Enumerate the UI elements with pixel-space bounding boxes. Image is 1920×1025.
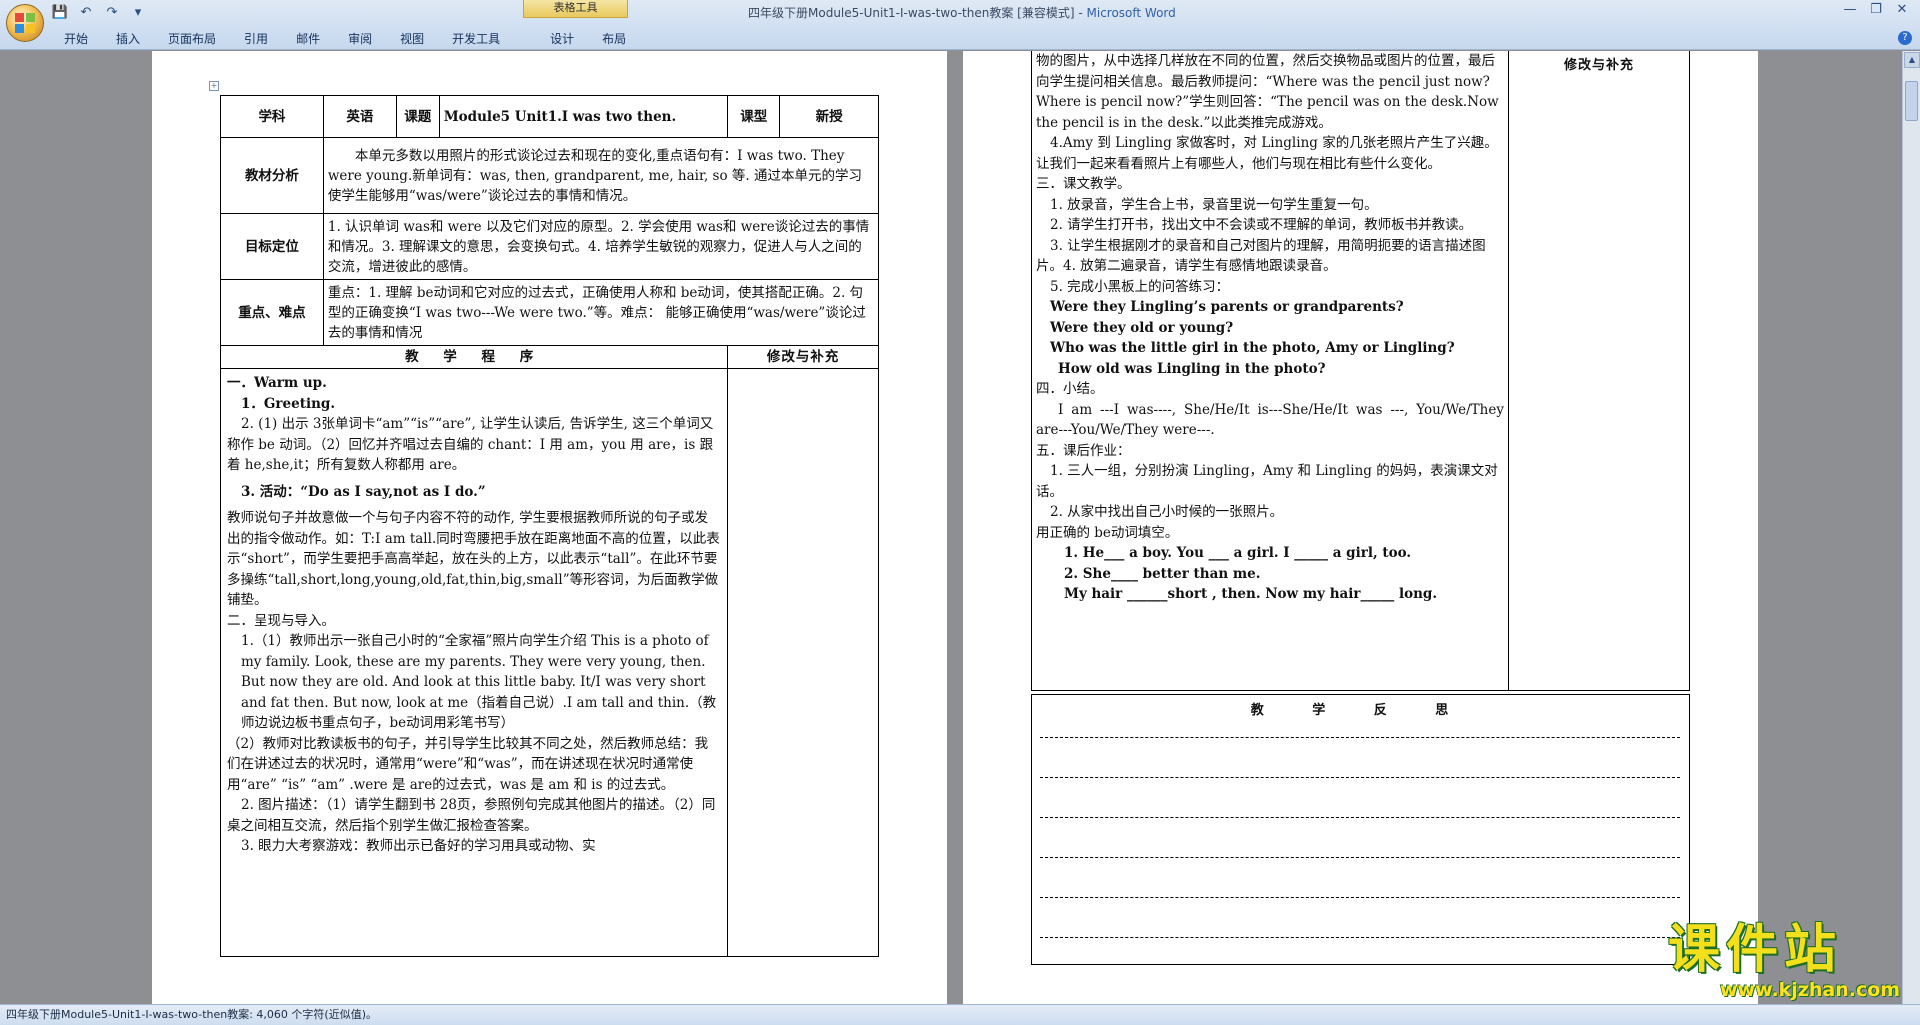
window-controls: — ❐ ✕ bbox=[1838, 2, 1914, 20]
procedure-header: 教 学 程 序 bbox=[219, 345, 729, 369]
office-logo-icon bbox=[15, 13, 35, 33]
procedure-paragraph: Who was the little girl in the photo, Am… bbox=[1050, 340, 1455, 356]
procedure-paragraph: I am ---I was----, She/He/It is---She/He… bbox=[1036, 401, 1504, 439]
procedure-content: 一．Warm up. 1．Greeting. 2. (1) 出示 3张单词卡“a… bbox=[227, 373, 721, 857]
office-button[interactable] bbox=[6, 4, 44, 42]
type-value: 新授 bbox=[779, 95, 879, 138]
document-page-right[interactable]: 物的图片，从中选择几样放在不同的位置，然后交换物品或图片的位置，最后向学生提问相… bbox=[963, 51, 1758, 1004]
analysis-text: 本单元多数以用照片的形式谈论过去和现在的变化,重点语句有：I was two. … bbox=[322, 137, 880, 214]
procedure-paragraph: My hair ______short , then. Now my hair_… bbox=[1064, 586, 1438, 602]
procedure-paragraph: 用正确的 be动词填空。 bbox=[1036, 524, 1179, 541]
title-bar: 💾 ↶ ↷ ▾ 表格工具 四年级下册Module5-Unit1-I-was-tw… bbox=[0, 0, 1920, 50]
procedure-paragraph: 四．小结。 bbox=[1036, 381, 1104, 397]
procedure-paragraph: 1. He___ a boy. You ___ a girl. I _____ … bbox=[1064, 545, 1412, 561]
undo-icon[interactable]: ↶ bbox=[76, 3, 96, 21]
tab-mailings[interactable]: 邮件 bbox=[282, 30, 334, 48]
topic-label: 课题 bbox=[395, 95, 440, 138]
supplement-header-right: 修改与补充 bbox=[1563, 58, 1634, 73]
reflection-line[interactable] bbox=[1040, 857, 1680, 858]
procedure-paragraph: Were they old or young? bbox=[1050, 319, 1234, 336]
customize-qat-icon[interactable]: ▾ bbox=[128, 3, 148, 21]
watermark-logo: 课件站 www.kjzhan.com bbox=[1668, 921, 1908, 1003]
supplement-header: 修改与补充 bbox=[727, 345, 879, 369]
help-icon[interactable]: ? bbox=[1898, 31, 1912, 45]
procedure-paragraph: 五．课后作业： bbox=[1036, 442, 1131, 459]
procedure-paragraph: （2）教师对比教读板书的句子，并引导学生比较其不同之处，然后教师总结：我们在讲述… bbox=[227, 735, 709, 793]
type-label: 课型 bbox=[727, 95, 781, 138]
app-name: Microsoft Word bbox=[1086, 6, 1176, 20]
procedure-paragraph: 1．Greeting. bbox=[241, 395, 336, 412]
document-name: 四年级下册Module5-Unit1-I-was-two-then教案 [兼容模… bbox=[748, 6, 1075, 20]
save-icon[interactable]: 💾 bbox=[50, 3, 70, 21]
reflection-line[interactable] bbox=[1040, 937, 1680, 938]
subject-label: 学科 bbox=[220, 95, 324, 138]
subject-value: 英语 bbox=[322, 95, 397, 138]
scroll-thumb[interactable] bbox=[1905, 81, 1918, 121]
redo-icon[interactable]: ↷ bbox=[102, 3, 122, 21]
quick-access-toolbar: 💾 ↶ ↷ ▾ bbox=[50, 3, 148, 21]
procedure-paragraph: 3. 活动：“Do as I say,not as I do.” bbox=[241, 483, 486, 500]
reflection-line[interactable] bbox=[1040, 817, 1680, 818]
table-tools-context-tab: 表格工具 bbox=[523, 0, 628, 18]
table-move-handle-icon[interactable]: + bbox=[209, 81, 219, 91]
reflection-line[interactable] bbox=[1040, 737, 1680, 738]
procedure-paragraph: 1.（1）教师出示一张自己小时的“全家福”照片向学生介绍 This is a p… bbox=[241, 633, 717, 731]
tab-home[interactable]: 开始 bbox=[50, 30, 102, 48]
procedure-paragraph: 教师说句子并故意做一个与句子内容不符的动作, 学生要根据教师所说的句子或发出的指… bbox=[227, 510, 720, 608]
topic-value: Module5 Unit1.I was two then. bbox=[438, 95, 729, 138]
ribbon-tabs: 开始 插入 页面布局 引用 邮件 审阅 视图 开发工具 设计 布局 bbox=[50, 30, 640, 48]
supplement-cell-right[interactable]: 修改与补充 bbox=[1509, 51, 1689, 690]
procedure-paragraph: 3. 眼力大考察游戏：教师出示已备好的学习用具或动物、实 bbox=[241, 838, 596, 854]
procedure-paragraph: 5. 完成小黑板上的问答练习： bbox=[1050, 278, 1230, 295]
minimize-button[interactable]: — bbox=[1838, 2, 1862, 20]
reflection-line[interactable] bbox=[1040, 897, 1680, 898]
document-page-left[interactable]: + 学科 英语 课题 Module5 Unit1.I was two then.… bbox=[152, 51, 947, 1004]
procedure-paragraph: Were they Lingling’s parents or grandpar… bbox=[1050, 299, 1404, 315]
reflection-line[interactable] bbox=[1040, 777, 1680, 778]
procedure-paragraph: 2. (1) 出示 3张单词卡“am”“is”“are”, 让学生认读后, 告诉… bbox=[227, 416, 714, 473]
tab-view[interactable]: 视图 bbox=[386, 30, 438, 48]
document-workspace: + 学科 英语 课题 Module5 Unit1.I was two then.… bbox=[0, 51, 1902, 1004]
procedure-paragraph: 2. 请学生打开书，找出文中不会读或不理解的单词，教师板书并教读。 bbox=[1050, 217, 1473, 233]
goal-text: 1. 认识单词 was和 were 以及它们对应的原型。2. 学会使用 was和… bbox=[322, 213, 880, 280]
watermark-title: 课件站 bbox=[1668, 920, 1843, 980]
status-bar: 四年级下册Module5-Unit1-I-was-two-then教案: 4,0… bbox=[0, 1004, 1920, 1025]
key-points-text: 重点：1. 理解 be动词和它对应的过去式，正确使用人称和 be动词，使其搭配正… bbox=[322, 279, 880, 346]
procedure-paragraph: 一．Warm up. bbox=[227, 375, 327, 391]
procedure-paragraph: 4.Amy 到 Lingling 家做客时，对 Lingling 家的几张老照片… bbox=[1036, 135, 1498, 172]
lesson-plan-table[interactable]: 学科 英语 课题 Module5 Unit1.I was two then. 课… bbox=[219, 95, 880, 957]
restore-button[interactable]: ❐ bbox=[1864, 2, 1888, 20]
supplement-cell[interactable] bbox=[727, 368, 879, 957]
vertical-scrollbar[interactable]: ▲ bbox=[1902, 51, 1920, 1004]
procedure-paragraph: 2. 图片描述：（1）请学生翻到书 28页，参照例句完成其他图片的描述。（2）同… bbox=[227, 797, 716, 834]
tab-developer[interactable]: 开发工具 bbox=[438, 30, 514, 48]
key-points-label: 重点、难点 bbox=[220, 279, 324, 346]
procedure-paragraph: 物的图片，从中选择几样放在不同的位置，然后交换物品或图片的位置，最后向学生提问相… bbox=[1036, 53, 1499, 131]
procedure-continuation-box[interactable]: 物的图片，从中选择几样放在不同的位置，然后交换物品或图片的位置，最后向学生提问相… bbox=[1031, 51, 1690, 691]
goal-label: 目标定位 bbox=[220, 213, 324, 280]
procedure-paragraph: 2. 从家中找出自己小时候的一张照片。 bbox=[1050, 504, 1284, 520]
procedure-paragraph: 1. 三人一组，分别扮演 Lingling，Amy 和 Lingling 的妈妈… bbox=[1036, 463, 1498, 500]
tab-layout[interactable]: 布局 bbox=[588, 30, 640, 48]
procedure-paragraph: How old was Lingling in the photo? bbox=[1058, 360, 1326, 377]
tab-page-layout[interactable]: 页面布局 bbox=[154, 30, 230, 48]
scroll-up-icon[interactable]: ▲ bbox=[1904, 52, 1920, 68]
reflection-box[interactable]: 教 学 反 思 bbox=[1031, 694, 1690, 965]
tab-design[interactable]: 设计 bbox=[536, 30, 588, 48]
procedure-paragraph: 3. 让学生根据刚才的录音和自己对图片的理解，用简明扼要的语言描述图片。4. 放… bbox=[1036, 237, 1486, 275]
tab-review[interactable]: 审阅 bbox=[334, 30, 386, 48]
tab-references[interactable]: 引用 bbox=[230, 30, 282, 48]
watermark-url: www.kjzhan.com bbox=[1720, 979, 1901, 1001]
procedure-paragraph: 二．呈现与导入。 bbox=[227, 612, 335, 629]
tab-insert[interactable]: 插入 bbox=[102, 30, 154, 48]
window-title: 四年级下册Module5-Unit1-I-was-two-then教案 [兼容模… bbox=[748, 6, 1176, 20]
close-button[interactable]: ✕ bbox=[1890, 2, 1914, 20]
procedure-paragraph: 三．课文教学。 bbox=[1036, 176, 1131, 192]
procedure-paragraph: 2. She____ better than me. bbox=[1064, 565, 1261, 582]
procedure-paragraph: 1. 放录音，学生合上书，录音里说一句学生重复一句。 bbox=[1050, 196, 1378, 213]
procedure-continuation-cell[interactable]: 物的图片，从中选择几样放在不同的位置，然后交换物品或图片的位置，最后向学生提问相… bbox=[1032, 51, 1509, 690]
analysis-label: 教材分析 bbox=[220, 137, 324, 214]
procedure-cell[interactable]: 一．Warm up. 1．Greeting. 2. (1) 出示 3张单词卡“a… bbox=[219, 368, 729, 957]
reflection-header: 教 学 反 思 bbox=[1250, 703, 1471, 718]
